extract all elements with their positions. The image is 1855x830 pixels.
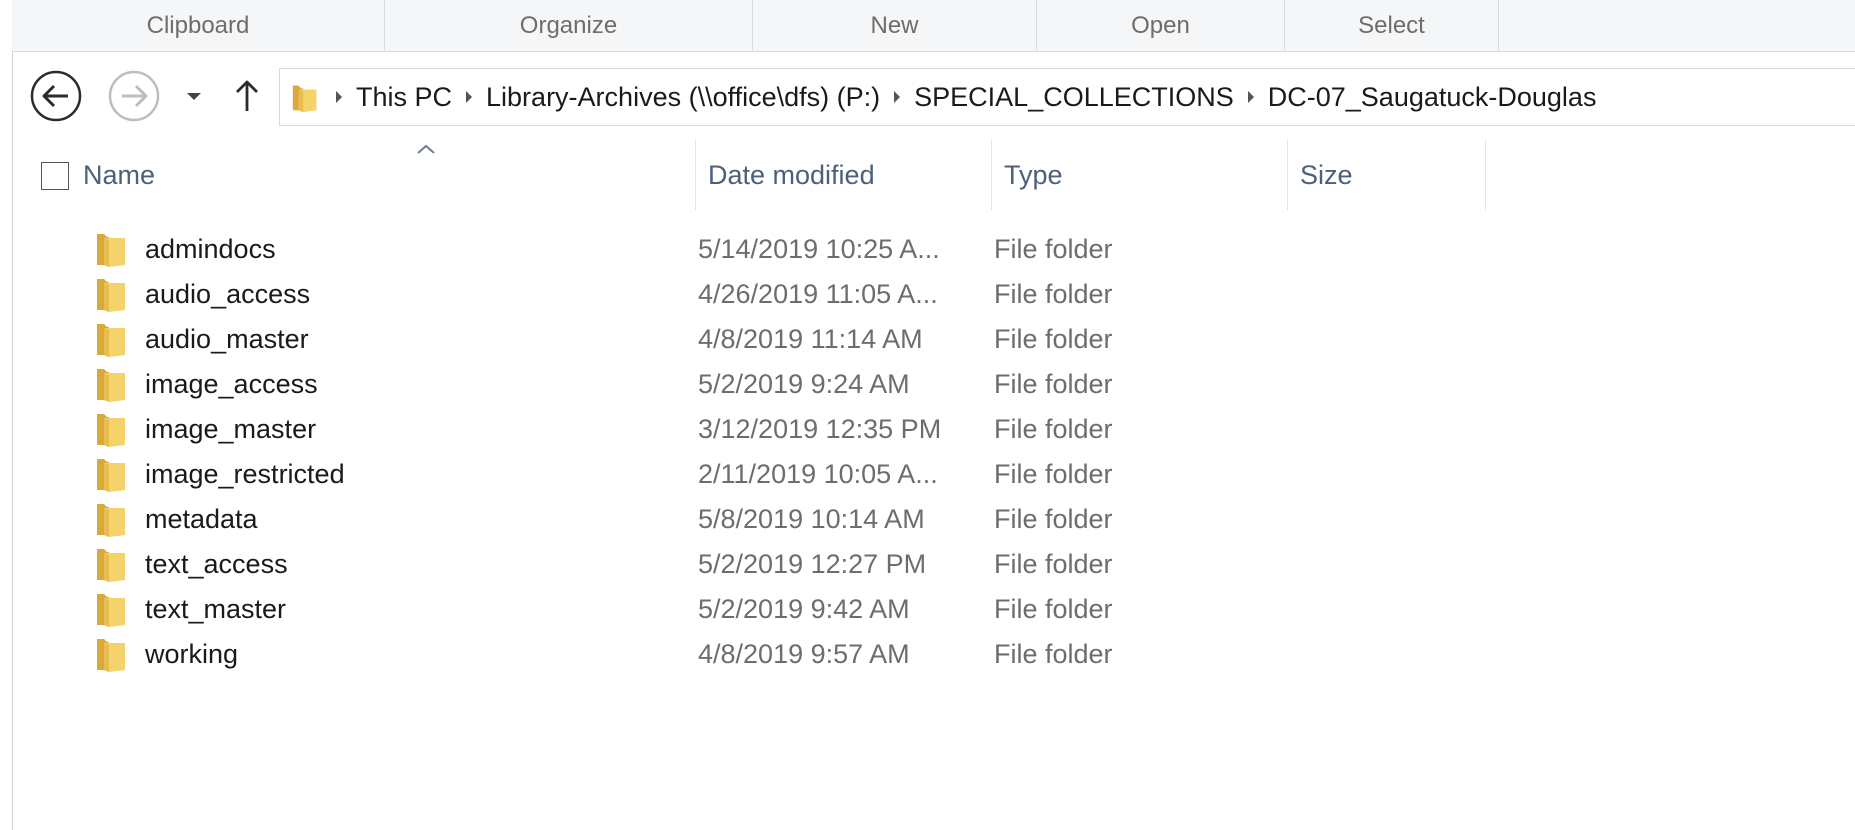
- ribbon-group-clipboard[interactable]: Clipboard: [12, 0, 385, 52]
- folder-icon: [97, 459, 125, 492]
- folder-icon: [97, 234, 125, 267]
- forward-arrow-icon: [108, 70, 160, 122]
- ribbon-group-organize[interactable]: Organize: [385, 0, 753, 52]
- folder-icon: [97, 279, 125, 312]
- select-all-checkbox[interactable]: [41, 162, 69, 190]
- folder-icon: [97, 639, 125, 672]
- folder-icon: [97, 414, 125, 447]
- up-button[interactable]: [231, 74, 263, 118]
- file-type: File folder: [994, 639, 1113, 669]
- folder-icon: [97, 324, 125, 357]
- breadcrumb-separator-icon[interactable]: [324, 77, 354, 117]
- ribbon-group-select[interactable]: Select: [1285, 0, 1499, 52]
- folder-icon: [97, 369, 125, 402]
- sort-ascending-icon: [417, 144, 435, 154]
- breadcrumb-library-archives[interactable]: Library-Archives (\\office\dfs) (P:): [484, 82, 882, 113]
- folder-icon: [292, 85, 317, 113]
- column-header-name[interactable]: Name: [71, 140, 696, 210]
- breadcrumb-separator-icon[interactable]: [454, 77, 484, 117]
- back-button[interactable]: [29, 69, 83, 123]
- recent-locations-button[interactable]: [181, 82, 207, 110]
- file-list: admindocs 5/14/2019 10:25 A... File fold…: [13, 223, 1855, 783]
- folder-icon: [97, 504, 125, 537]
- navigation-bar: This PC Library-Archives (\\office\dfs) …: [13, 52, 1855, 140]
- column-header-date-modified[interactable]: Date modified: [696, 140, 992, 210]
- ribbon-group-open[interactable]: Open: [1037, 0, 1285, 52]
- forward-button[interactable]: [107, 69, 161, 123]
- up-arrow-icon: [236, 80, 258, 111]
- file-date-modified: 4/8/2019 9:57 AM: [698, 639, 910, 669]
- breadcrumb-special-collections[interactable]: SPECIAL_COLLECTIONS: [912, 82, 1236, 113]
- column-header-row: Name Date modified Type Size: [13, 140, 1855, 210]
- folder-icon: [97, 594, 125, 627]
- breadcrumb-separator-icon[interactable]: [1236, 77, 1266, 117]
- ribbon-group-labels: Clipboard Organize New Open Select: [12, 0, 1855, 52]
- file-explorer-window: Clipboard Organize New Open Select This …: [0, 0, 1855, 830]
- address-bar[interactable]: This PC Library-Archives (\\office\dfs) …: [279, 68, 1855, 126]
- folder-icon: [97, 549, 125, 582]
- column-header-name-label: Name: [83, 159, 156, 190]
- column-header-size[interactable]: Size: [1288, 140, 1486, 210]
- chevron-down-icon: [187, 93, 201, 100]
- breadcrumb-separator-icon[interactable]: [882, 77, 912, 117]
- breadcrumb-this-pc[interactable]: This PC: [354, 82, 454, 113]
- column-header-type[interactable]: Type: [992, 140, 1288, 210]
- file-row[interactable]: working 4/8/2019 9:57 AM File folder: [13, 628, 1855, 681]
- breadcrumb-current-folder[interactable]: DC-07_Saugatuck-Douglas: [1266, 82, 1599, 113]
- file-name: working: [145, 639, 239, 669]
- ribbon-group-new[interactable]: New: [753, 0, 1037, 52]
- back-arrow-icon: [30, 70, 82, 122]
